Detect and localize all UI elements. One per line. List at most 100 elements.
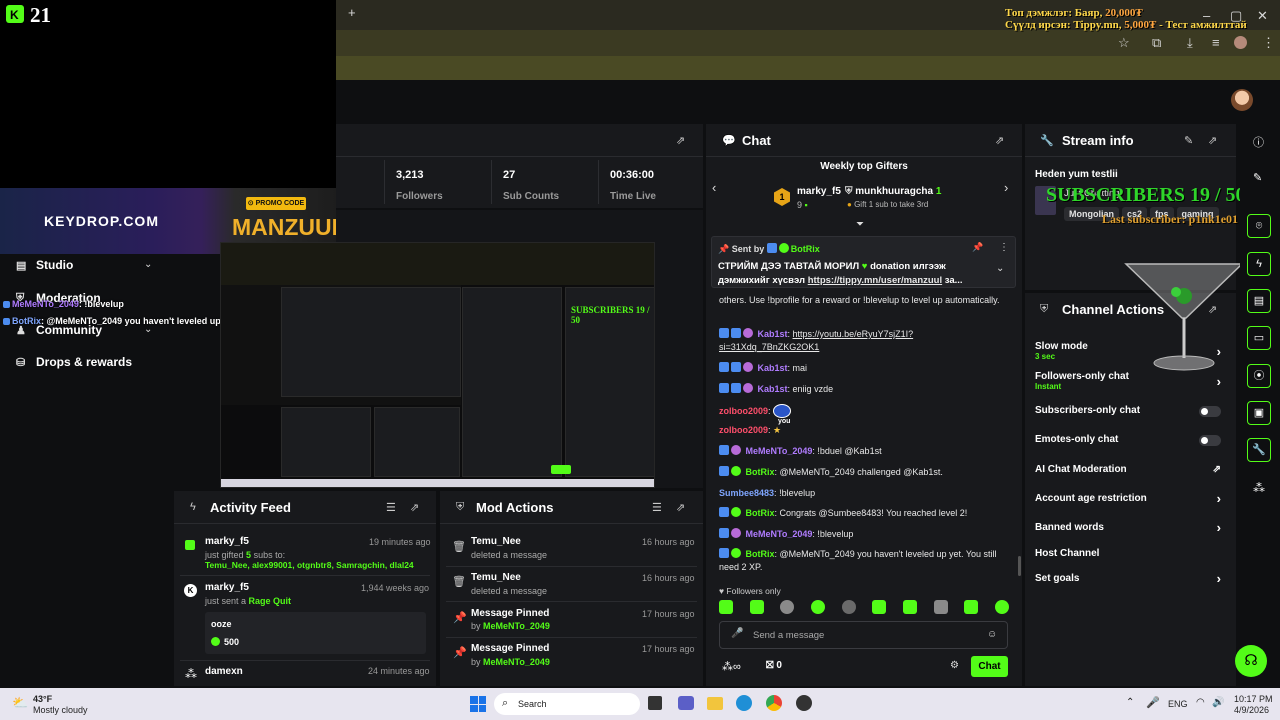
extensions-icon[interactable]: ⧉ [1152, 35, 1161, 51]
tray-chevron-icon[interactable]: ⌃ [1126, 697, 1134, 708]
filter-icon[interactable]: ☰ [652, 501, 662, 514]
task-view-icon[interactable] [648, 696, 662, 710]
clock-date[interactable]: 4/9/2026 [1234, 705, 1269, 715]
filter-icon[interactable]: ☰ [386, 501, 396, 514]
mod-item-name[interactable]: Temu_Nee [471, 572, 521, 583]
mic-icon[interactable]: 🎤 [1146, 696, 1160, 709]
chevron-right-icon: › [1216, 571, 1221, 586]
rail-chat-button[interactable]: ▭ [1247, 326, 1271, 350]
feed-recipients: Temu_Nee, alex99001, otgnbtr8, Samragchi… [205, 560, 414, 570]
subs-only-row[interactable]: Subscribers-only chat [1035, 405, 1225, 417]
subs-only-toggle[interactable] [1199, 406, 1221, 417]
chevron-down-icon[interactable]: ⌄ [996, 263, 1004, 274]
reading-list-icon[interactable]: ≡ [1212, 35, 1220, 50]
feed-item-name[interactable]: marky_f5 [205, 536, 249, 547]
slow-mode-row[interactable]: Slow mode 3 sec › [1035, 341, 1225, 361]
rail-camera-button[interactable]: ⌾ [1247, 214, 1271, 238]
teams-icon[interactable] [678, 696, 694, 710]
users-icon: ⁂ [185, 667, 197, 681]
time-live-value: 00:36:00 [610, 169, 655, 181]
clock-time[interactable]: 10:17 PM [1234, 694, 1273, 704]
windows-start-icon[interactable] [470, 696, 486, 712]
ai-moderation-row[interactable]: AI Chat Moderation ⇗ [1035, 464, 1225, 475]
browser-menu-icon[interactable]: ⋮ [1262, 35, 1275, 51]
pin-icon[interactable]: 📌 [972, 242, 983, 253]
star-icon[interactable]: ☆ [1118, 35, 1130, 51]
user-avatar[interactable] [1231, 89, 1253, 111]
rail-clipboard-button[interactable]: ▤ [1247, 289, 1271, 313]
chat-message: Kab1st: eniig vzde [719, 383, 1009, 396]
gift-icon: ⛝ [766, 660, 774, 671]
info-icon[interactable]: ⓘ [1253, 134, 1264, 150]
taskbar-search[interactable] [494, 693, 640, 715]
mod-item-name[interactable]: Temu_Nee [471, 536, 521, 547]
chat-input-placeholder: Send a message [753, 630, 825, 641]
mic-icon[interactable]: 🎤 [731, 628, 743, 639]
chevron-down-icon[interactable]: ⌄ [144, 259, 152, 270]
rail-wrench-button[interactable]: 🔧 [1247, 438, 1271, 462]
points-display[interactable]: ⛝ 0 [766, 660, 782, 671]
wifi-icon[interactable]: ◠ [1196, 697, 1205, 708]
nav-studio[interactable]: ▤ Studio [16, 258, 156, 272]
divider [384, 160, 385, 204]
mod-item-name[interactable]: Message Pinned [471, 608, 549, 619]
chevron-right-icon[interactable]: › [1004, 180, 1008, 195]
followers-only-row[interactable]: Followers-only chat Instant › [1035, 371, 1225, 391]
stream-preview[interactable]: SUBSCRIBERS 19 / 50 [220, 242, 655, 488]
host-channel-row[interactable]: Host Channel [1035, 548, 1225, 559]
popout-icon[interactable]: ⇗ [676, 134, 685, 147]
emotes-only-toggle[interactable] [1199, 435, 1221, 446]
chevron-right-icon: › [1216, 344, 1221, 359]
mod-item-name[interactable]: Message Pinned [471, 643, 549, 654]
help-headset-button[interactable]: ☊ [1235, 645, 1267, 677]
weather-icon[interactable]: ⛅ [12, 695, 28, 711]
chevron-left-icon[interactable]: ‹ [712, 180, 716, 195]
users-icon[interactable]: ⁂ [1253, 481, 1265, 495]
emotes-only-row[interactable]: Emotes-only chat [1035, 434, 1225, 446]
edit-icon[interactable]: ✎ [1184, 134, 1193, 147]
feed-item-name[interactable]: marky_f5 [205, 582, 249, 593]
set-goals-row[interactable]: Set goals › [1035, 571, 1225, 586]
pencil-icon[interactable]: ✎ [1253, 171, 1262, 184]
nav-drops[interactable]: ⛁ Drops & rewards [16, 355, 132, 369]
app-header [336, 80, 1280, 122]
banned-words-row[interactable]: Banned words › [1035, 520, 1225, 535]
gifter-name[interactable]: ⛨ munkhuuragcha 1 [845, 186, 941, 197]
heart-icon: ♥ [719, 586, 725, 596]
chat-message: zolboo2009: [719, 404, 1009, 418]
card-value: 500 [224, 637, 240, 647]
rail-bolt-button[interactable]: ϟ [1247, 252, 1271, 276]
more-icon[interactable]: ⋮ [999, 242, 1009, 253]
popout-icon[interactable]: ⇗ [1208, 134, 1217, 147]
collapse-icon[interactable]: ⏷ [856, 219, 864, 230]
mod-item-sub: deleted a message [471, 550, 548, 560]
popout-icon[interactable]: ⇗ [995, 134, 1004, 147]
account-age-row[interactable]: Account age restriction › [1035, 491, 1225, 506]
edge-icon[interactable] [736, 695, 752, 711]
gifter-name[interactable]: marky_f5 [797, 186, 841, 197]
settings-icon[interactable]: ⚙ [950, 660, 959, 671]
kick-logo-icon: K [6, 5, 24, 23]
chat-scrollbar[interactable] [1018, 556, 1021, 576]
new-tab-button[interactable]: + [348, 5, 356, 20]
users-icon[interactable]: ⁂∞ [722, 660, 741, 673]
rail-mod-button[interactable]: ▣ [1247, 401, 1271, 425]
last-subscriber-overlay: Last subscriber: p1nk1e01 [1102, 212, 1239, 226]
feed-item-name[interactable]: damexn [205, 666, 243, 677]
app-icon[interactable] [796, 695, 812, 711]
popout-icon[interactable]: ⇗ [676, 501, 685, 514]
profile-avatar[interactable] [1234, 36, 1247, 49]
send-chat-button[interactable]: Chat [971, 656, 1008, 677]
chevron-right-icon: › [1216, 374, 1221, 389]
emoji-icon[interactable]: ☺ [987, 629, 997, 640]
martini-glass-overlay [1124, 263, 1244, 371]
rail-broadcast-button[interactable]: ⦿ [1247, 364, 1271, 388]
language-indicator[interactable]: ENG [1168, 699, 1188, 709]
download-icon[interactable]: ⤓ [1187, 35, 1193, 51]
chrome-icon[interactable] [766, 695, 782, 711]
volume-icon[interactable]: 🔊 [1212, 697, 1224, 708]
popout-icon[interactable]: ⇗ [410, 501, 419, 514]
file-explorer-icon[interactable] [707, 697, 723, 710]
stream-info-title: Stream info [1062, 133, 1134, 148]
close-window-icon[interactable]: ✕ [1257, 8, 1268, 24]
